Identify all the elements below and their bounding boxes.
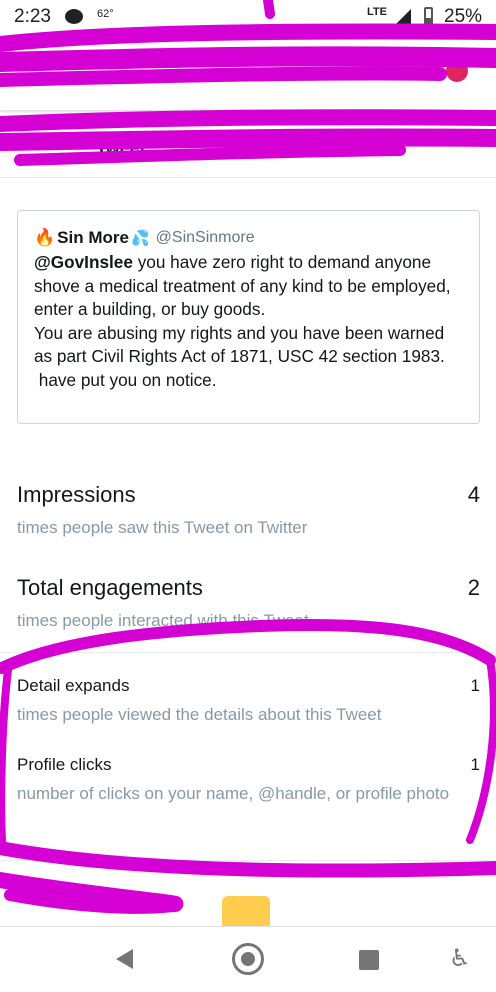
status-network: LTE	[367, 6, 387, 18]
metric-label: Detail expands	[17, 676, 130, 695]
nav-bar: ♿	[0, 926, 496, 992]
metric-description: times people saw this Tweet on Twitter	[17, 518, 308, 537]
status-temperature: 62°	[97, 8, 114, 20]
subheader	[0, 112, 496, 178]
battery-icon	[424, 7, 433, 25]
back-icon[interactable]	[116, 949, 133, 969]
metric-total-engagements: Total engagements 2 times people interac…	[17, 575, 480, 635]
droplets-icon: 💦	[130, 230, 150, 247]
accessibility-icon[interactable]: ♿	[449, 947, 471, 971]
metric-label: Total engagements	[17, 575, 203, 600]
metric-value: 2	[467, 575, 480, 600]
message-icon	[65, 9, 83, 24]
tweet-body: you have zero right to demand anyone sho…	[34, 252, 451, 390]
status-time: 2:23	[14, 6, 51, 27]
tweet-text: @GovInslee you have zero right to demand…	[34, 251, 463, 392]
divider	[0, 652, 496, 653]
tweet-mention[interactable]: @GovInslee	[34, 252, 133, 272]
signal-icon	[395, 9, 411, 25]
status-battery: 25%	[444, 6, 483, 27]
metric-description: number of clicks on your name, @handle, …	[17, 784, 450, 803]
scribble-stroke	[0, 872, 184, 913]
notification-dot[interactable]	[446, 60, 468, 82]
metric-label: Profile clicks	[17, 755, 112, 774]
promote-badge[interactable]	[222, 896, 270, 926]
metric-profile-clicks: Profile clicks 1 number of clicks on you…	[17, 755, 480, 835]
metric-description: times people viewed the details about th…	[17, 705, 382, 724]
home-icon[interactable]	[232, 943, 264, 975]
page-title: Tweet	[96, 138, 146, 158]
metric-value: 4	[467, 482, 480, 507]
metric-description: times people interacted with this Tweet	[17, 611, 309, 630]
app-header	[0, 34, 496, 110]
recents-icon[interactable]	[359, 950, 379, 970]
metric-detail-expands: Detail expands 1 times people viewed the…	[17, 676, 480, 732]
fire-icon: 🔥	[34, 228, 56, 247]
author-name[interactable]: Sin More	[57, 228, 129, 248]
tweet-header: 🔥 Sin More 💦 @SinSinmore	[34, 227, 463, 249]
scribble-stroke	[0, 666, 12, 846]
metric-value: 1	[470, 676, 480, 695]
divider	[0, 860, 496, 861]
metric-label: Impressions	[17, 482, 136, 507]
scribble-stroke	[4, 889, 178, 914]
tweet-card[interactable]: 🔥 Sin More 💦 @SinSinmore @GovInslee you …	[17, 210, 480, 424]
metric-impressions: Impressions 4 times people saw this Twee…	[17, 482, 480, 542]
metric-value: 1	[470, 755, 480, 774]
author-handle[interactable]: @SinSinmore	[156, 229, 255, 247]
status-bar: 2:23 62° LTE 25%	[0, 0, 496, 34]
